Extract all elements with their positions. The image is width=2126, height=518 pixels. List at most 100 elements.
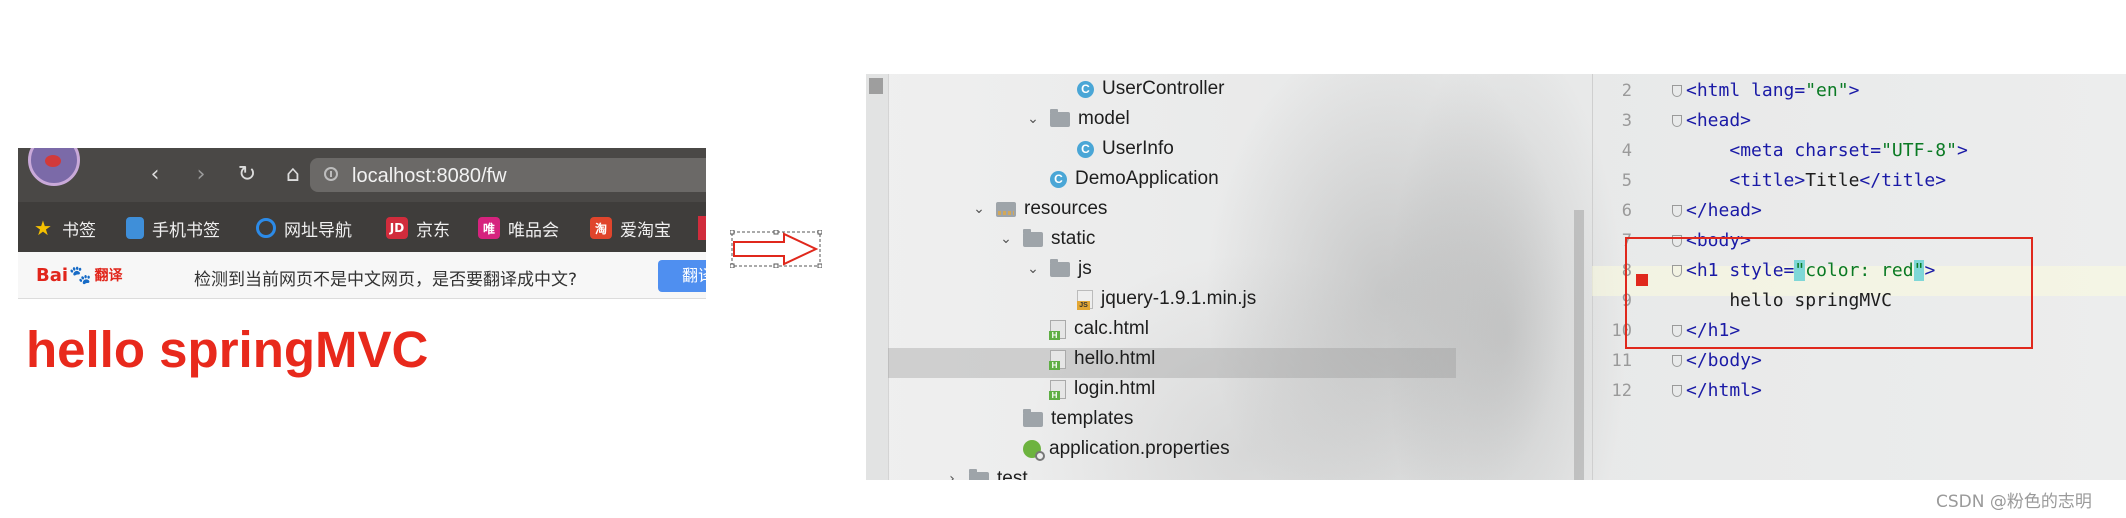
phone-icon — [126, 217, 144, 239]
tree-node[interactable]: jquery-1.9.1.min.js — [1051, 284, 1256, 314]
address-bar-url[interactable]: localhost:8080/fw — [352, 165, 507, 188]
fold-marker-icon[interactable] — [1672, 85, 1682, 97]
chevron-right-icon[interactable]: › — [943, 471, 961, 480]
tree-node[interactable]: login.html — [1024, 374, 1155, 404]
tree-node-label: resources — [1024, 198, 1108, 219]
line-number: 2 — [1621, 81, 1632, 101]
bookmark-label: 网址导航 — [284, 220, 352, 241]
html-file-icon — [1049, 349, 1066, 370]
address-bar[interactable]: localhost:8080/fw — [310, 158, 706, 192]
bookmark-item[interactable]: JD 京东 — [386, 216, 450, 241]
code-token: Title — [1805, 170, 1860, 191]
back-arrow-icon[interactable]: ‹ — [140, 160, 170, 190]
chevron-down-icon[interactable]: ⌄ — [970, 201, 988, 217]
tree-node[interactable]: C DemoApplication — [1024, 164, 1219, 194]
code-line[interactable]: </body> — [1686, 346, 1762, 376]
bookmark-item[interactable]: 网址导航 — [256, 216, 352, 241]
translate-button[interactable]: 翻译 — [658, 260, 706, 292]
tree-node[interactable]: ⌄ model — [1024, 104, 1130, 134]
translate-message: 检测到当前网页不是中文网页，是否要翻译成中文? — [194, 270, 578, 290]
tree-node[interactable]: hello.html — [1024, 344, 1155, 374]
bookmark-item[interactable]: ★ 书签 — [32, 216, 96, 241]
bookmark-label: 手机书签 — [152, 220, 220, 241]
tree-node[interactable]: ⌄ js — [1024, 254, 1092, 284]
taobao-icon: 淘 — [590, 217, 612, 239]
bookmark-item[interactable]: 手机书签 — [126, 216, 220, 241]
vip-icon: 唯 — [478, 217, 500, 239]
folder-icon — [969, 468, 989, 480]
tree-node-label: calc.html — [1074, 318, 1149, 339]
reload-icon[interactable]: ↻ — [232, 160, 262, 190]
properties-file-icon — [1023, 440, 1045, 461]
info-icon[interactable] — [324, 167, 338, 181]
bookmark-item[interactable]: 淘爱淘宝 — [590, 216, 671, 241]
code-token: <meta — [1729, 140, 1795, 161]
tree-node-label: model — [1078, 108, 1130, 129]
resources-folder-icon — [996, 201, 1016, 217]
code-line[interactable]: <html lang="en"> — [1686, 76, 1859, 106]
java-class-icon: C — [1077, 140, 1094, 158]
code-line[interactable]: <title>Title</title> — [1686, 166, 1946, 196]
tree-node[interactable]: calc.html — [1024, 314, 1149, 344]
tree-node-label: static — [1051, 228, 1096, 249]
bookmark-label: 书签 — [62, 220, 96, 241]
code-line[interactable]: <meta charset="UTF-8"> — [1686, 136, 1968, 166]
bookmark-label: 京东 — [416, 220, 450, 241]
tree-node-label: jquery-1.9.1.min.js — [1101, 288, 1257, 309]
forward-arrow-icon[interactable]: › — [186, 160, 216, 190]
logo-text-bai: Bai — [36, 264, 69, 286]
chevron-down-icon[interactable]: ⌄ — [997, 231, 1015, 247]
project-tree-scrollbar[interactable] — [1574, 210, 1584, 480]
code-token: </title> — [1859, 170, 1947, 191]
chevron-down-icon[interactable]: ⌄ — [1024, 261, 1042, 277]
tree-node-label: application.properties — [1049, 438, 1230, 459]
line-number: 6 — [1621, 201, 1632, 221]
code-token: > — [1848, 80, 1860, 101]
tree-node-label: login.html — [1074, 378, 1156, 399]
bookmark-item[interactable]: 唯唯品会 — [478, 216, 559, 241]
edge-icon — [256, 218, 276, 238]
chevron-down-icon[interactable]: ⌄ — [1024, 111, 1042, 127]
html-file-icon — [1049, 379, 1066, 400]
annotation-highlight-box — [1625, 237, 2033, 349]
tree-node-label: UserController — [1102, 78, 1225, 99]
browser-toolbar: ‹ › ↻ ⌂ localhost:8080/fw — [18, 148, 706, 202]
fold-marker-icon[interactable] — [1672, 205, 1682, 217]
code-line[interactable]: </head> — [1686, 196, 1762, 226]
tree-node[interactable]: ⌄ static — [997, 224, 1095, 254]
code-line[interactable]: </html> — [1686, 376, 1762, 406]
fold-marker-icon[interactable] — [1672, 355, 1682, 367]
fold-marker-icon[interactable] — [1672, 385, 1682, 397]
folder-icon — [1050, 258, 1070, 277]
code-token: lang= — [1751, 80, 1806, 101]
code-token: </body> — [1686, 350, 1762, 371]
tree-node-label: js — [1078, 258, 1092, 279]
tree-node-label: UserInfo — [1102, 138, 1174, 159]
code-token: <html — [1686, 80, 1752, 101]
profile-avatar[interactable] — [28, 148, 80, 186]
watermark: CSDN @粉色的志明 — [1936, 492, 2092, 512]
code-line[interactable]: <head> — [1686, 106, 1751, 136]
fold-marker-icon[interactable] — [1672, 115, 1682, 127]
star-icon: ★ — [34, 216, 52, 240]
ide-window: C UserController ⌄ model C UserInfo C DemoAppli… — [866, 74, 2126, 480]
tree-node[interactable]: C UserController — [1051, 74, 1224, 104]
jd-icon: JD — [386, 217, 408, 239]
tree-node[interactable]: templates — [997, 404, 1133, 434]
browser-window: ‹ › ↻ ⌂ localhost:8080/fw ★ 书签 手机书签 网址导航 JD 京… — [18, 148, 706, 308]
code-token: > — [1956, 140, 1968, 161]
code-token: "UTF-8" — [1881, 140, 1957, 161]
folder-icon — [1050, 108, 1070, 127]
folder-icon — [1023, 408, 1043, 427]
tree-node[interactable]: › test — [943, 464, 1028, 480]
tree-node[interactable]: ⌄ resources — [970, 194, 1107, 224]
bookmark-label: 唯品会 — [508, 220, 559, 241]
code-token: "en" — [1805, 80, 1849, 101]
tree-node[interactable]: application.properties — [997, 434, 1230, 464]
tree-node[interactable]: C UserInfo — [1051, 134, 1174, 164]
line-number: 12 — [1611, 381, 1632, 401]
bookmark-overflow-icon[interactable] — [698, 216, 706, 240]
home-icon[interactable]: ⌂ — [278, 160, 308, 190]
